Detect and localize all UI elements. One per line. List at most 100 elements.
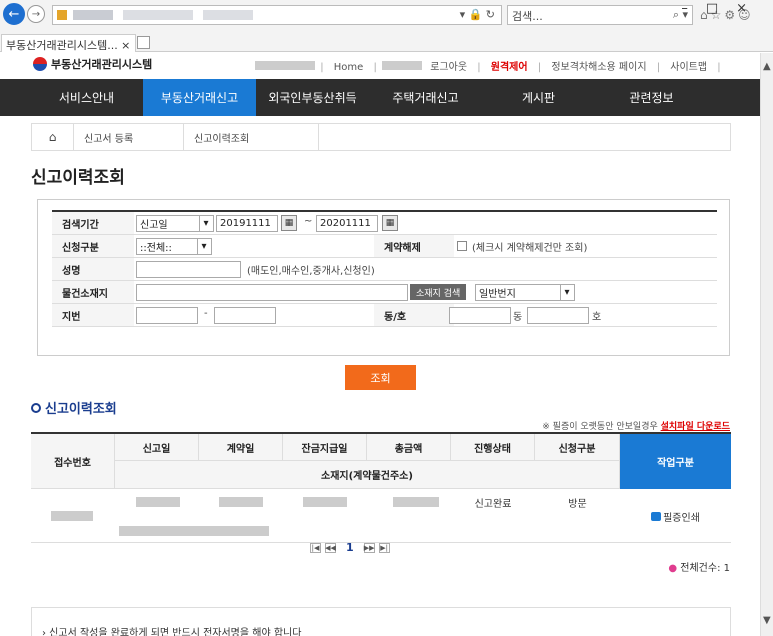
sitemap-link[interactable]: 사이트맵 (670, 62, 707, 73)
name-hint: (매도인,매수인,중개사,신청인) (247, 266, 375, 277)
jibun-sub-input[interactable] (214, 307, 276, 324)
remote-control-link[interactable]: 원격제어 (491, 62, 528, 73)
header-address: 소재지(계약물건주소) (115, 461, 620, 489)
header-report-date: 신고일 (115, 434, 199, 461)
calendar-icon[interactable]: ▦ (281, 215, 297, 231)
location-type-value: 일반번지 (479, 289, 516, 300)
results-title-text: 신고이력조회 (45, 402, 117, 417)
date-to-value: 20201111 (320, 218, 371, 229)
nav-housing-report[interactable]: 주택거래신고 (369, 79, 482, 116)
apply-type-value: ::전체:: (140, 243, 172, 254)
results-title: 신고이력조회 (31, 398, 117, 417)
dongho-label: 동/호 (374, 304, 454, 326)
nav-real-estate-report[interactable]: 부동산거래신고 (143, 79, 256, 116)
location-search-button[interactable]: 소재지 검색 (410, 284, 467, 300)
page-scrollbar[interactable]: ▲ ▼ (760, 53, 773, 636)
redacted-balance-date (303, 497, 347, 507)
period-label: 검색기간 (52, 212, 134, 234)
page-first-button[interactable]: |◀ (310, 542, 321, 553)
browser-chrome: ← → ▾ 🔒 ↻ 검색... ⌕ ▾ ⌂☆⚙☺ –□× 부동산거래관리시스템.… (0, 0, 773, 52)
total-count: ● 전체건수: 1 (668, 559, 730, 574)
location-input[interactable] (136, 284, 408, 301)
page-last-button[interactable]: ▶| (378, 542, 390, 553)
row-action-cell: 필증인쇄 (620, 489, 731, 543)
redacted-receipt-no (51, 511, 93, 521)
print-certificate-label: 필증인쇄 (663, 512, 700, 524)
search-placeholder: 검색... (512, 10, 543, 23)
browser-search-input[interactable]: 검색... ⌕ ▾ (507, 5, 693, 25)
ho-input[interactable] (527, 307, 589, 324)
global-nav: 서비스안내 부동산거래신고 외국인부동산취득 주택거래신고 게시판 관련정보 (0, 79, 760, 116)
back-arrow-icon[interactable]: ← (3, 3, 25, 25)
location-type-select[interactable]: 일반번지 (475, 284, 575, 301)
utility-links: | Home | 로그아웃 | 원격제어 | 정보격차해소용 페이지 | 사이트… (255, 58, 723, 73)
page-title: 신고이력조회 (31, 168, 125, 188)
installer-download-link[interactable]: 설치파일 다운로드 (661, 422, 730, 432)
name-label: 성명 (52, 258, 134, 280)
nav-service-info[interactable]: 서비스안내 (30, 79, 143, 116)
window-controls[interactable]: –□× (681, 1, 765, 16)
date-to-input[interactable]: 20201111 (316, 215, 378, 232)
breadcrumb: ⌂ 신고서 등록 신고이력조회 (31, 123, 731, 151)
accessibility-link[interactable]: 정보격차해소용 페이지 (551, 62, 646, 73)
logout-link[interactable]: 로그아웃 (430, 62, 467, 73)
home-icon[interactable]: ⌂ (32, 124, 74, 150)
contract-cancel-label: 계약해제 (374, 235, 454, 257)
circle-bullet-icon (31, 402, 41, 413)
header-status: 진행상태 (451, 434, 535, 461)
redacted-url (123, 10, 193, 20)
redacted-report-date (136, 497, 180, 507)
scroll-up-icon[interactable]: ▲ (763, 61, 771, 72)
site-logo[interactable]: 부동산거래관리시스템 (33, 56, 152, 72)
footer-notice-text: › 신고서 작성을 완료하게 되면 반드시 전자서명을 해야 합니다 (42, 628, 302, 636)
redacted-user (382, 61, 423, 70)
jibun-dash: - (204, 308, 208, 319)
print-certificate-link[interactable]: 필증인쇄 (651, 509, 700, 524)
page-next-button[interactable]: ▶▶ (363, 542, 375, 553)
apply-type-select[interactable]: ::전체:: (136, 238, 212, 255)
date-from-input[interactable]: 20191111 (216, 215, 278, 232)
logo-text: 부동산거래관리시스템 (51, 58, 153, 71)
redacted-amount (393, 497, 439, 507)
jibun-main-input[interactable] (136, 307, 198, 324)
nav-board[interactable]: 게시판 (482, 79, 595, 116)
page: 부동산거래관리시스템 | Home | 로그아웃 | 원격제어 | 정보격차해소… (0, 53, 760, 636)
search-button[interactable]: 조회 (345, 365, 416, 390)
bullet-icon: ● (668, 563, 678, 574)
ho-suffix: 호 (592, 312, 602, 323)
forward-arrow-icon[interactable]: → (27, 5, 45, 23)
header-balance-date: 잔금지급일 (283, 434, 367, 461)
address-bar[interactable]: ▾ 🔒 ↻ (52, 5, 502, 25)
browser-tab[interactable]: 부동산거래관리시스템... × (1, 34, 136, 52)
dong-suffix: 동 (513, 312, 523, 323)
period-type-select[interactable]: 신고일 (136, 215, 214, 232)
scroll-down-icon[interactable]: ▼ (763, 615, 771, 626)
contract-cancel-checkbox[interactable] (457, 241, 467, 251)
header-receipt-no: 접수번호 (31, 434, 115, 489)
contract-cancel-hint: (체크시 계약해제건만 조회) (472, 243, 588, 254)
jibun-label: 지번 (52, 304, 134, 326)
home-link[interactable]: Home (334, 62, 364, 73)
header-action: 작업구분 (620, 434, 731, 489)
period-type-value: 신고일 (140, 220, 168, 231)
redacted-contract-date (219, 497, 263, 507)
page-current[interactable]: 1 (346, 541, 354, 554)
range-tilde: ~ (304, 216, 313, 227)
location-label: 물건소재지 (52, 281, 134, 303)
redacted-user (255, 61, 315, 70)
lock-refresh-icon[interactable]: ▾ 🔒 ↻ (460, 8, 495, 21)
row-apply-type: 방문 (568, 498, 587, 510)
new-tab-button[interactable] (137, 36, 150, 49)
breadcrumb-item[interactable]: 신고이력조회 (184, 124, 319, 150)
breadcrumb-item[interactable]: 신고서 등록 (74, 124, 184, 150)
dong-input[interactable] (449, 307, 511, 324)
tab-strip: 부동산거래관리시스템... × (0, 33, 773, 52)
redacted-address (119, 526, 269, 536)
header-apply-type: 신청구분 (535, 434, 620, 461)
name-input[interactable] (136, 261, 241, 278)
calendar-icon[interactable]: ▦ (382, 215, 398, 231)
page-prev-button[interactable]: ◀◀ (325, 542, 336, 553)
nav-related-info[interactable]: 관련정보 (595, 79, 708, 116)
nav-foreign-acquisition[interactable]: 외국인부동산취득 (256, 79, 369, 116)
table-row: 신고완료 방문 필증인쇄 (31, 489, 731, 543)
